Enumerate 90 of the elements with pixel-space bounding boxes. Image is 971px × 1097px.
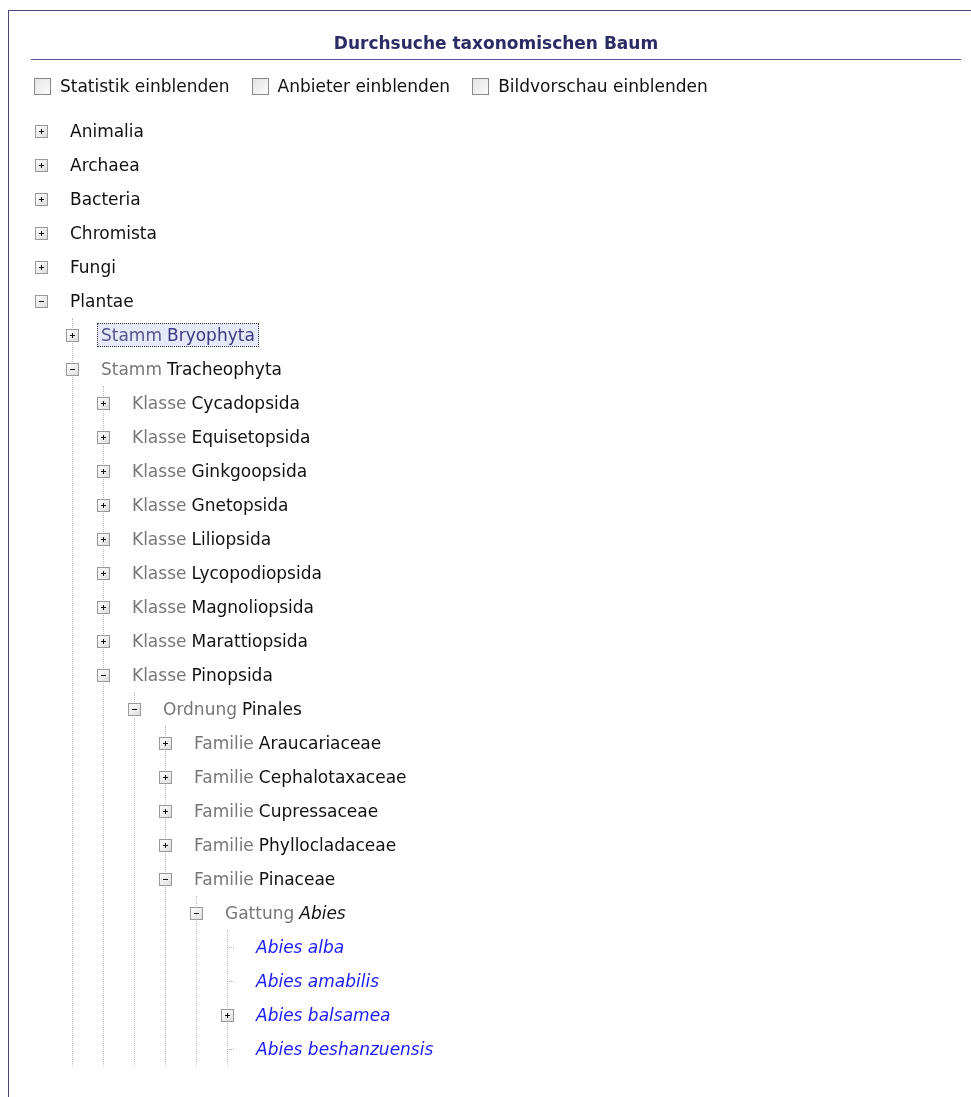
rank-label: Klasse xyxy=(132,665,187,685)
taxon-name: Magnoliopsida xyxy=(191,597,314,617)
expand-icon[interactable] xyxy=(35,260,48,274)
collapse-icon[interactable] xyxy=(159,872,172,886)
tree-node[interactable]: Familie Pinaceae xyxy=(190,867,340,891)
expand-icon[interactable] xyxy=(97,532,110,546)
rank-label: Stamm xyxy=(101,359,162,379)
checkbox[interactable] xyxy=(472,77,490,95)
expand-icon[interactable] xyxy=(159,770,172,784)
checkbox-label: Anbieter einblenden xyxy=(277,76,451,96)
expand-icon[interactable] xyxy=(97,566,110,580)
taxon-name: Cycadopsida xyxy=(191,393,300,413)
expand-icon[interactable] xyxy=(97,600,110,614)
rank-label: Familie xyxy=(194,869,254,889)
taxon-name: Marattiopsida xyxy=(191,631,308,651)
tree-node[interactable]: Stamm Bryophyta xyxy=(97,323,259,347)
checkbox[interactable] xyxy=(34,77,51,95)
species-link[interactable]: Abies beshanzuensis xyxy=(256,1039,434,1059)
taxon-name: Ginkgoopsida xyxy=(191,461,308,481)
checkbox[interactable] xyxy=(251,77,269,95)
rank-label: Familie xyxy=(194,801,254,821)
rank-label: Familie xyxy=(194,835,254,855)
species-link[interactable]: Abies alba xyxy=(256,937,345,957)
rank-label: Familie xyxy=(194,733,254,753)
collapse-icon[interactable] xyxy=(128,702,141,716)
tree-node[interactable]: Stamm Tracheophyta xyxy=(97,357,286,381)
rank-label: Familie xyxy=(194,767,254,787)
taxon-name: Gnetopsida xyxy=(191,495,289,515)
rank-label: Klasse xyxy=(132,461,187,481)
taxon-name: Abies xyxy=(299,903,346,923)
expand-icon[interactable] xyxy=(97,464,110,478)
expand-icon[interactable] xyxy=(97,430,110,444)
species-link[interactable]: Abies balsamea xyxy=(256,1005,391,1025)
expand-icon[interactable] xyxy=(97,396,110,410)
taxon-name: Pinaceae xyxy=(258,869,336,889)
tree-node[interactable]: Klasse Ginkgoopsida xyxy=(128,459,312,483)
taxon-name: Liliopsida xyxy=(191,529,272,549)
expand-icon[interactable] xyxy=(35,158,48,172)
expand-icon[interactable] xyxy=(221,1008,234,1022)
rank-label: Klasse xyxy=(132,495,187,515)
collapse-icon[interactable] xyxy=(35,294,48,308)
taxon-name: Tracheophyta xyxy=(167,359,282,379)
expand-icon[interactable] xyxy=(159,838,172,852)
rank-label: Klasse xyxy=(132,597,187,617)
tree-node[interactable]: Klasse Liliopsida xyxy=(128,527,276,551)
species-link[interactable]: Abies amabilis xyxy=(256,971,380,991)
tree-node[interactable]: Klasse Marattiopsida xyxy=(128,629,312,653)
tree-node[interactable]: Familie Cephalotaxaceae xyxy=(190,765,411,789)
rank-label: Klasse xyxy=(132,427,187,447)
taxon-name: Phyllocladaceae xyxy=(258,835,397,855)
checkbox-label: Bildvorschau einblenden xyxy=(498,76,708,96)
expand-icon[interactable] xyxy=(159,804,172,818)
expand-icon[interactable] xyxy=(97,498,110,512)
tree-node[interactable]: Klasse Equisetopsida xyxy=(128,425,315,449)
tree-node[interactable]: Gattung Abies xyxy=(221,901,350,925)
taxon-name: Bryophyta xyxy=(167,325,255,345)
taxon-name: Pinales xyxy=(242,699,302,719)
tree-node[interactable]: Klasse Gnetopsida xyxy=(128,493,293,517)
checkbox-label: Statistik einblenden xyxy=(60,76,230,96)
taxon-name: Pinopsida xyxy=(191,665,273,685)
tree-node[interactable]: Ordnung Pinales xyxy=(159,697,306,721)
rank-label: Klasse xyxy=(132,393,187,413)
tree-node[interactable]: Klasse Lycopodiopsida xyxy=(128,561,326,585)
collapse-icon[interactable] xyxy=(97,668,110,682)
rank-label: Klasse xyxy=(132,563,187,583)
collapse-icon[interactable] xyxy=(66,362,79,376)
rank-label: Klasse xyxy=(132,631,187,651)
taxon-name: Lycopodiopsida xyxy=(191,563,322,583)
expand-icon[interactable] xyxy=(35,226,48,240)
taxon-name: Equisetopsida xyxy=(191,427,311,447)
tree-node[interactable]: Klasse Magnoliopsida xyxy=(128,595,318,619)
rank-label: Stamm xyxy=(101,325,162,345)
expand-icon[interactable] xyxy=(66,328,79,342)
expand-icon[interactable] xyxy=(35,192,48,206)
panel-title: Durchsuche taxonomischen Baum xyxy=(31,33,961,60)
collapse-icon[interactable] xyxy=(190,906,203,920)
taxon-name: Cupressaceae xyxy=(258,801,379,821)
expand-icon[interactable] xyxy=(159,736,172,750)
tree-node[interactable]: Familie Cupressaceae xyxy=(190,799,383,823)
taxon-name: Araucariaceae xyxy=(258,733,382,753)
rank-label: Ordnung xyxy=(163,699,237,719)
tree-node[interactable]: Familie Araucariaceae xyxy=(190,731,386,755)
rank-label: Klasse xyxy=(132,529,187,549)
rank-label: Gattung xyxy=(225,903,295,923)
tree-node[interactable]: Familie Phyllocladaceae xyxy=(190,833,401,857)
expand-icon[interactable] xyxy=(35,124,48,138)
expand-icon[interactable] xyxy=(97,634,110,648)
tree-node[interactable]: Klasse Cycadopsida xyxy=(128,391,304,415)
tree-node[interactable]: Klasse Pinopsida xyxy=(128,663,277,687)
taxon-name: Cephalotaxaceae xyxy=(258,767,407,787)
